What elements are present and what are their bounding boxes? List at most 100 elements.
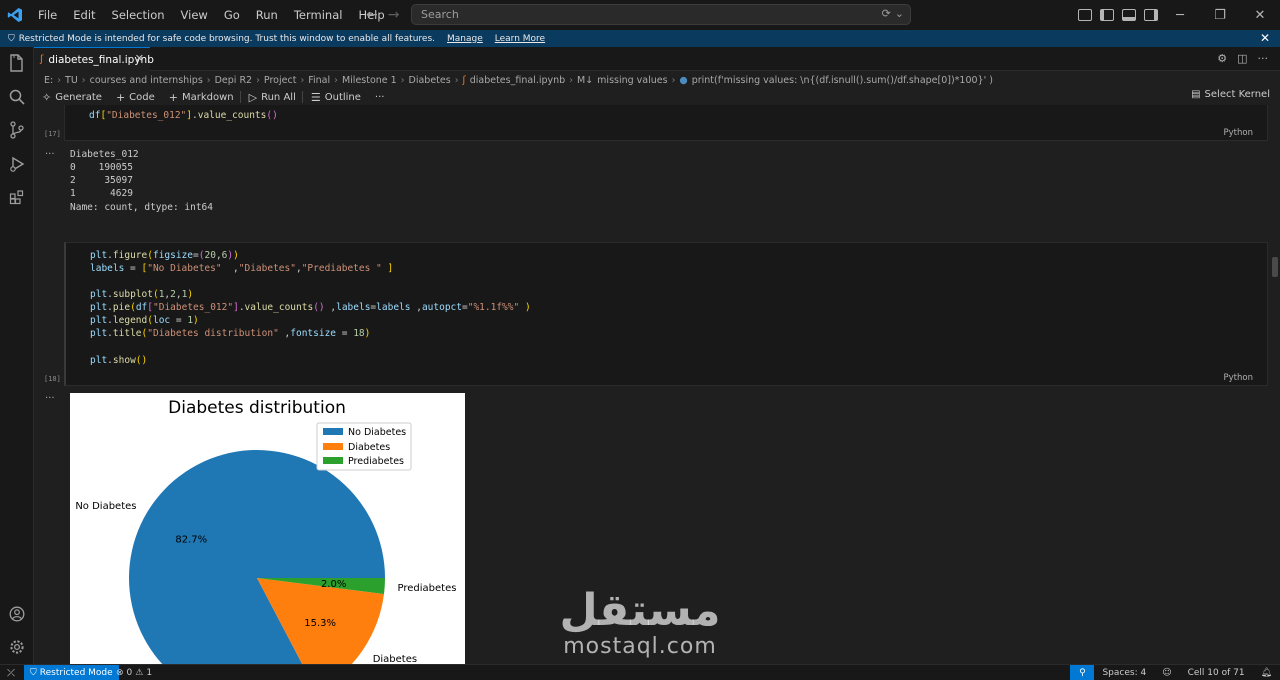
copilot-icon[interactable]: ⟳ xyxy=(882,7,891,20)
breadcrumb-item[interactable]: Depi R2 xyxy=(215,75,253,86)
code-line: plt.title("Diabetes distribution" ,fonts… xyxy=(90,328,371,339)
output-line: Diabetes_012 xyxy=(70,149,139,160)
code-line: plt.figure(figsize=(20,6)) xyxy=(90,250,239,261)
extensions-icon[interactable] xyxy=(7,187,27,207)
split-editor-icon[interactable]: ◫ xyxy=(1237,52,1247,65)
warning-icon: ⚠ xyxy=(135,668,144,678)
toggle-primary-sidebar-icon[interactable] xyxy=(1100,9,1114,21)
menu-go[interactable]: Go xyxy=(216,0,248,30)
banner-manage-link[interactable]: Manage xyxy=(447,34,483,44)
notebook-file-icon: ʃ xyxy=(40,54,44,65)
legend-swatch xyxy=(323,428,343,435)
menu-edit[interactable]: Edit xyxy=(65,0,103,30)
cell-language-label[interactable]: Python xyxy=(1224,128,1253,138)
menu-file[interactable]: File xyxy=(30,0,65,30)
code-line: plt.show() xyxy=(90,355,148,366)
legend-label: Prediabetes xyxy=(348,456,404,467)
code-line: labels = ["No Diabetes" ,"Diabetes","Pre… xyxy=(90,263,394,274)
tab-bar: ʃ diabetes_final.ipynb ✕ ⚙ ◫ ··· xyxy=(34,47,1280,71)
breadcrumb-item[interactable]: missing values xyxy=(597,75,667,86)
breadcrumb-item[interactable]: diabetes_final.ipynb xyxy=(470,75,565,86)
menu-run[interactable]: Run xyxy=(248,0,286,30)
slice-percent-label: 82.7% xyxy=(175,534,207,545)
cell-language-label[interactable]: Python xyxy=(1224,373,1253,383)
select-kernel-button[interactable]: ▤ Select Kernel xyxy=(1191,89,1270,100)
code-cell[interactable]: plt.figure(figsize=(20,6)) labels = ["No… xyxy=(64,242,1268,386)
indentation-status[interactable]: Spaces: 4 xyxy=(1094,665,1154,680)
menu-view[interactable]: View xyxy=(173,0,216,30)
editor-scrollbar[interactable] xyxy=(1272,257,1278,277)
search-icon[interactable] xyxy=(7,87,27,107)
shield-icon: ⛉ xyxy=(30,668,37,678)
restricted-mode-badge[interactable]: ⛉ Restricted Mode xyxy=(24,665,119,680)
banner-close-icon[interactable]: ✕ xyxy=(1260,31,1270,45)
breadcrumb-item[interactable]: TU xyxy=(65,75,78,86)
breadcrumb-item[interactable]: Milestone 1 xyxy=(342,75,397,86)
layout-controls xyxy=(1078,0,1158,30)
breadcrumb-item[interactable]: Final xyxy=(308,75,330,86)
list-icon: ☰ xyxy=(310,90,321,104)
execution-count: [17] xyxy=(44,130,61,138)
chevron-down-icon[interactable]: ⌄ xyxy=(895,7,904,20)
breadcrumb-item[interactable]: Diabetes xyxy=(409,75,451,86)
customize-layout-icon[interactable] xyxy=(1078,9,1092,21)
explorer-icon[interactable] xyxy=(7,53,27,73)
pie-chart-output: Diabetes distribution 82.7% No Diabetes 15… xyxy=(70,393,465,664)
breadcrumb-item[interactable]: courses and internships xyxy=(90,75,203,86)
close-window-icon[interactable]: ✕ xyxy=(1240,0,1280,30)
error-icon: ⊗ xyxy=(116,668,124,678)
run-and-debug-icon[interactable] xyxy=(7,154,27,174)
chart-title: Diabetes distribution xyxy=(168,398,346,418)
restore-icon[interactable]: ❐ xyxy=(1200,0,1240,30)
output-actions-icon[interactable]: ··· xyxy=(45,149,55,160)
cell-position-status[interactable]: Cell 10 of 71 xyxy=(1180,665,1253,680)
output-actions-icon[interactable]: ··· xyxy=(45,393,55,404)
manage-gear-icon[interactable] xyxy=(7,637,27,657)
tab-diabetes-final[interactable]: ʃ diabetes_final.ipynb ✕ xyxy=(34,47,154,71)
code-cell[interactable]: df["Diabetes_012"].value_counts() Python xyxy=(64,105,1268,141)
menu-selection[interactable]: Selection xyxy=(104,0,173,30)
copilot-status-icon[interactable]: ☺ xyxy=(1154,665,1179,680)
add-code-cell-button[interactable]: + Code xyxy=(116,91,155,104)
settings-gear-icon[interactable]: ⚙ xyxy=(1217,52,1227,65)
command-center-search[interactable]: Search ⟳ ⌄ xyxy=(411,4,911,25)
forward-arrow-icon[interactable]: → xyxy=(388,7,400,23)
toggle-secondary-sidebar-icon[interactable] xyxy=(1144,9,1158,21)
code-line: plt.legend(loc = 1) xyxy=(90,315,199,326)
watermark-latin: mostaql.com xyxy=(563,634,717,659)
slice-percent-label: 15.3% xyxy=(304,618,336,629)
notifications-bell-icon[interactable]: 🔔︎ xyxy=(1253,665,1280,680)
run-all-button[interactable]: ▷ Run All xyxy=(249,91,296,104)
breadcrumb-item[interactable]: print(f'missing values: \n{(df.isnull().… xyxy=(692,75,993,86)
restricted-mode-banner: ⛉ Restricted Mode is intended for safe c… xyxy=(0,30,1280,47)
search-placeholder: Search xyxy=(421,8,459,21)
menu-terminal[interactable]: Terminal xyxy=(286,0,351,30)
output-line: 1 4629 xyxy=(70,188,133,199)
more-actions-icon[interactable]: ··· xyxy=(1258,52,1269,65)
banner-text: Restricted Mode is intended for safe cod… xyxy=(18,33,436,44)
remote-indicator-icon[interactable]: ⤫ xyxy=(0,665,22,680)
more-toolbar-button[interactable]: ··· xyxy=(375,92,385,103)
close-tab-icon[interactable]: ✕ xyxy=(135,52,144,65)
slice-category-label: Diabetes xyxy=(373,654,417,664)
markdown-label: Markdown xyxy=(181,91,234,103)
output-line: 0 190055 xyxy=(70,162,133,173)
run-all-label: Run All xyxy=(261,91,296,103)
generate-button[interactable]: ✧ Generate xyxy=(42,91,102,104)
breadcrumb-item[interactable]: Project xyxy=(264,75,297,86)
select-kernel-label: Select Kernel xyxy=(1204,89,1270,100)
source-control-icon[interactable] xyxy=(7,120,27,140)
problems-indicator[interactable]: ⊗ 0 ⚠ 1 xyxy=(116,665,152,680)
banner-learn-more-link[interactable]: Learn More xyxy=(495,34,545,44)
shield-icon: ⛉ xyxy=(8,33,15,44)
outline-button[interactable]: ☰ Outline xyxy=(311,91,361,104)
back-arrow-icon[interactable]: ← xyxy=(366,7,378,23)
toggle-panel-icon[interactable] xyxy=(1122,9,1136,21)
status-bar: ⤫ ⛉ Restricted Mode ⊗ 0 ⚠ 1 ⚲ Spaces: 4 … xyxy=(0,664,1280,680)
zoom-icon[interactable]: ⚲ xyxy=(1070,665,1095,680)
notebook-file-icon: ʃ xyxy=(462,74,466,86)
add-markdown-cell-button[interactable]: + Markdown xyxy=(169,91,234,104)
account-icon[interactable] xyxy=(7,604,27,624)
minimize-icon[interactable]: ─ xyxy=(1160,0,1200,30)
breadcrumb-item[interactable]: E: xyxy=(44,75,53,86)
